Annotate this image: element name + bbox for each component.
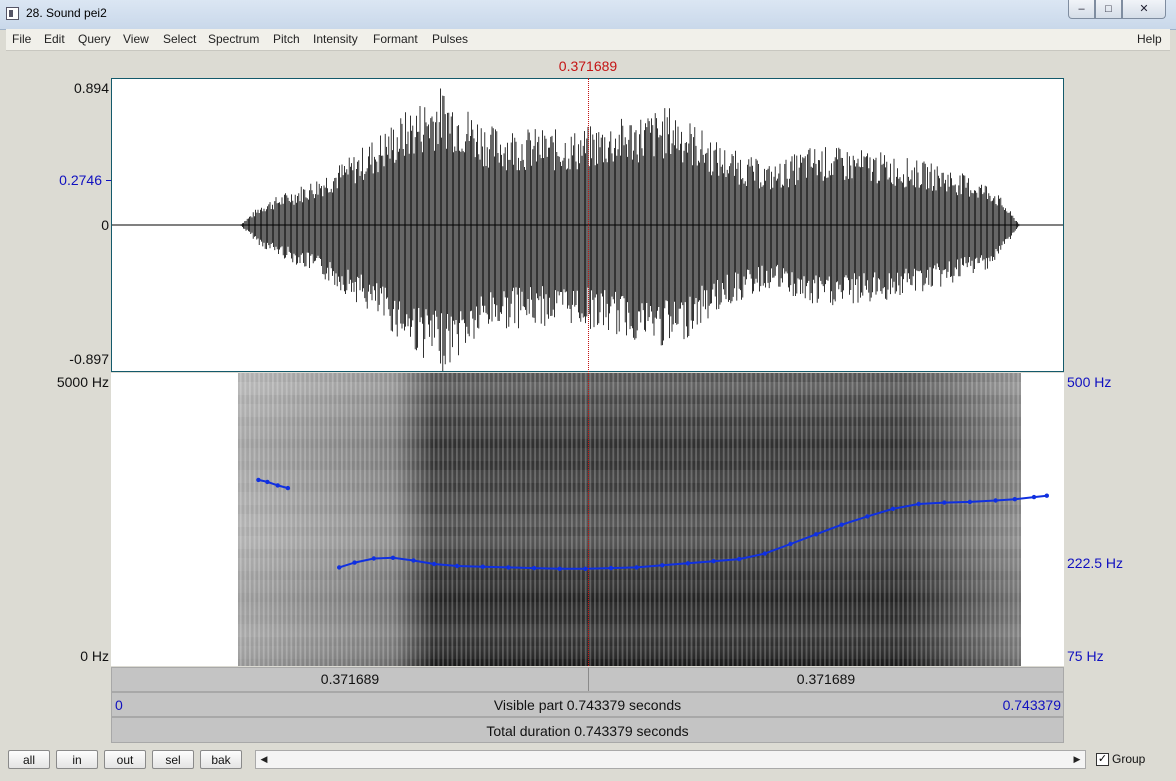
pitch-point — [839, 522, 844, 527]
minimize-button[interactable]: – — [1068, 0, 1095, 19]
pitch-point — [993, 498, 998, 503]
zoom-selection-button[interactable]: sel — [152, 750, 194, 769]
horizontal-scrollbar[interactable]: ◀ ▶ — [255, 750, 1086, 769]
pitch-point — [608, 565, 614, 571]
pitch-point — [265, 479, 270, 485]
wave-cursor-value-label: 0.2746 — [59, 172, 102, 188]
zoom-all-button[interactable]: all — [8, 750, 50, 769]
scroll-left-arrow[interactable]: ◀ — [256, 751, 272, 768]
right-part-time[interactable]: 0.371689 — [589, 671, 1063, 687]
wave-max-label: 0.894 — [73, 80, 109, 96]
spectrogram-top-label: 5000 Hz — [56, 374, 109, 390]
group-checkbox[interactable]: ✓ — [1096, 753, 1109, 766]
menu-pitch[interactable]: Pitch — [273, 32, 300, 46]
close-button[interactable]: ✕ — [1122, 0, 1166, 19]
group-label: Group — [1112, 752, 1146, 766]
pitch-point — [557, 566, 562, 571]
menu-intensity[interactable]: Intensity — [313, 32, 358, 46]
pitch-point — [531, 565, 537, 571]
pitch-point — [967, 499, 973, 505]
bottom-toolbar: all in out sel bak ◀ ▶ ✓ Group — [6, 745, 1170, 775]
spectrogram-noise-regions — [238, 373, 1021, 666]
pitch-point — [411, 558, 416, 563]
wave-zero-label: 0 — [101, 217, 109, 233]
menu-file[interactable]: File — [12, 32, 31, 46]
menu-select[interactable]: Select — [163, 32, 196, 46]
scroll-right-arrow[interactable]: ▶ — [1069, 751, 1085, 768]
pitch-point — [1012, 497, 1017, 502]
pitch-point — [1031, 494, 1037, 500]
pitch-bottom-label: 75 Hz — [1067, 648, 1104, 664]
pitch-point — [660, 563, 665, 568]
pitch-point — [480, 564, 485, 569]
pitch-point — [506, 565, 511, 570]
pitch-point — [890, 506, 896, 511]
cursor-time-top: 0.371689 — [558, 58, 618, 74]
pitch-point — [275, 483, 280, 488]
visible-part-bar[interactable]: 0 Visible part 0.743379 seconds 0.743379 — [111, 692, 1064, 717]
window-title: 28. Sound pei2 — [26, 6, 107, 20]
pitch-point — [390, 555, 396, 560]
pitch-point — [1044, 493, 1049, 498]
selection-time-bar[interactable]: 0.371689 0.371689 — [111, 667, 1064, 692]
wave-min-label: -0.897 — [69, 351, 109, 367]
total-duration-text: Total duration 0.743379 seconds — [486, 723, 689, 739]
pitch-point — [788, 541, 793, 547]
pitch-point — [711, 559, 716, 564]
pitch-point — [813, 532, 819, 537]
menu-bar: File Edit Query View Select Spectrum Pit… — [6, 29, 1170, 51]
maximize-button[interactable]: □ — [1095, 0, 1122, 19]
pitch-point — [454, 563, 460, 569]
visible-end: 0.743379 — [1002, 697, 1061, 713]
menu-query[interactable]: Query — [78, 32, 111, 46]
title-bar: 28. Sound pei2 – □ ✕ — [0, 0, 1176, 30]
cursor-line — [588, 78, 589, 666]
pitch-point — [634, 565, 639, 570]
zoom-back-button[interactable]: bak — [200, 750, 242, 769]
zoom-out-button[interactable]: out — [104, 750, 146, 769]
pitch-point — [256, 477, 261, 483]
pitch-point — [916, 501, 921, 507]
waveform-signal — [240, 88, 1020, 371]
pitch-point — [285, 485, 291, 491]
menu-formant[interactable]: Formant — [373, 32, 418, 46]
pitch-point — [762, 551, 767, 556]
pitch-mid-label: 222.5 Hz — [1067, 555, 1124, 571]
pitch-point — [685, 561, 691, 566]
spectrogram-bottom-label: 0 Hz — [80, 648, 109, 664]
pitch-point — [431, 561, 437, 567]
pitch-point — [583, 566, 588, 571]
menu-help[interactable]: Help — [1137, 32, 1162, 46]
menu-pulses[interactable]: Pulses — [432, 32, 468, 46]
menu-edit[interactable]: Edit — [44, 32, 65, 46]
menu-spectrum[interactable]: Spectrum — [208, 32, 259, 46]
pitch-point — [371, 556, 376, 561]
pitch-point — [942, 500, 947, 505]
pitch-point — [337, 565, 342, 570]
zoom-in-button[interactable]: in — [56, 750, 98, 769]
pitch-point — [865, 514, 870, 519]
menu-view[interactable]: View — [123, 32, 149, 46]
visible-part-text: Visible part 0.743379 seconds — [493, 697, 682, 713]
pitch-top-label: 500 Hz — [1067, 374, 1112, 390]
app-icon — [6, 7, 19, 20]
pitch-point — [737, 556, 742, 562]
total-duration-bar[interactable]: Total duration 0.743379 seconds — [111, 717, 1064, 743]
left-part-time[interactable]: 0.371689 — [112, 671, 588, 687]
pitch-point — [352, 560, 357, 565]
